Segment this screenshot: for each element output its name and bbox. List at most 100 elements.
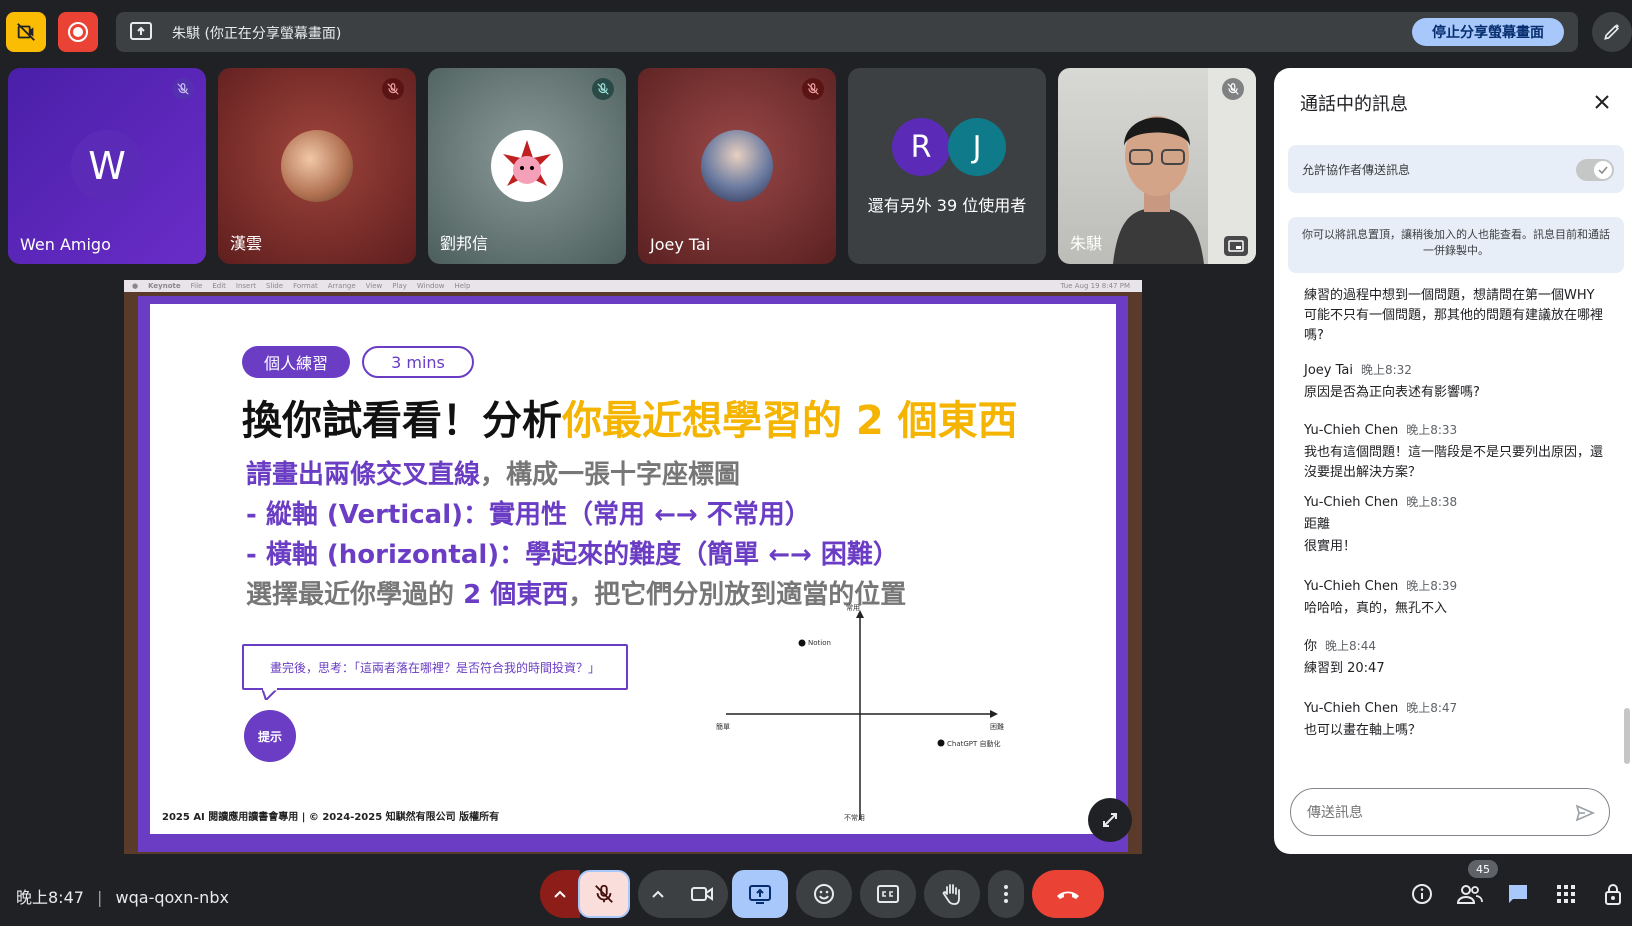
- pen-icon: [1604, 23, 1620, 40]
- muted-mic-icon: [382, 78, 404, 100]
- more-options-button[interactable]: [988, 870, 1024, 918]
- fullscreen-button[interactable]: [1088, 798, 1132, 842]
- meeting-code: wqa-qoxn-nbx: [115, 888, 229, 907]
- chat-message: Yu-Chieh Chen 晚上8:33 我也有這個問題！這一階段是不是只要列出原因…: [1304, 420, 1604, 483]
- message-header: 你晚上8:44: [1304, 636, 1604, 657]
- message-header: Joey Tai 晚上8:32: [1304, 360, 1604, 381]
- instruction-line: 請畫出兩條交叉直線，構成一張十字座標圖: [246, 454, 740, 491]
- divider: |: [97, 888, 103, 907]
- instruction-highlight: 請畫出兩條交叉直線: [246, 460, 481, 490]
- muted-mic-icon: [802, 78, 824, 100]
- close-icon: [1595, 95, 1609, 109]
- message-time: 晚上8:39: [1406, 579, 1458, 593]
- mic-off-icon: [595, 884, 613, 903]
- participant-tile[interactable]: W Wen Amigo: [8, 68, 206, 264]
- participant-tile[interactable]: 漢雲: [218, 68, 416, 264]
- microphone-button[interactable]: [578, 870, 630, 918]
- vertical-axis-line: - 縱軸 (Vertical)：實用性（常用 ←→ 不常用）: [246, 500, 811, 530]
- message-header: Yu-Chieh Chen 晚上8:47: [1304, 698, 1604, 719]
- present-button[interactable]: [732, 870, 788, 918]
- lock-person-icon: [1605, 884, 1621, 905]
- participant-tile[interactable]: Joey Tai: [638, 68, 836, 264]
- others-tile[interactable]: R J 還有另外 39 位使用者: [848, 68, 1046, 264]
- recording-button[interactable]: [58, 12, 98, 52]
- audio-options-button[interactable]: [540, 870, 580, 918]
- muted-mic-icon: [1222, 78, 1244, 100]
- message-input[interactable]: [1307, 802, 1557, 824]
- expand-icon: [1103, 813, 1117, 827]
- captions-button[interactable]: [860, 870, 916, 918]
- title-highlight: 你最近想學習的 2 個東西: [562, 398, 1018, 444]
- message-header: Yu-Chieh Chen 晚上8:39: [1304, 576, 1604, 597]
- message-input-box[interactable]: [1290, 788, 1610, 836]
- speech-bubble: 畫完後，思考：「這兩者落在哪裡？是否符合我的時間投資？」: [242, 644, 628, 700]
- message-sender: Yu-Chieh Chen: [1304, 423, 1399, 438]
- toggle-knob: [1594, 161, 1612, 179]
- participant-name: 漢雲: [230, 234, 263, 253]
- menu-item: View: [365, 282, 383, 290]
- video-options-button[interactable]: [638, 870, 678, 918]
- instruction-text: ，構成一張十字座標圖: [480, 460, 741, 490]
- close-chat-button[interactable]: [1586, 86, 1618, 118]
- self-video-tile[interactable]: 朱騏: [1058, 68, 1256, 264]
- tag-practice: 個人練習: [242, 346, 350, 378]
- participant-tile[interactable]: 劉邦信: [428, 68, 626, 264]
- others-count: 還有另外 39 位使用者: [867, 196, 1027, 215]
- clock: 晚上8:47: [16, 888, 84, 907]
- menu-item: Keynote: [148, 282, 181, 290]
- chat-title: 通話中的訊息: [1300, 94, 1408, 115]
- activities-button[interactable]: [1552, 880, 1580, 908]
- menu-item: Edit: [212, 282, 226, 290]
- host-controls-button[interactable]: [1600, 880, 1628, 908]
- chevron-up-icon: [554, 890, 566, 898]
- allow-messages-toggle[interactable]: [1576, 159, 1614, 181]
- camera-button[interactable]: [676, 870, 728, 918]
- chat-panel: 通話中的訊息 允許協作者傳送訊息 你可以將訊息置頂，讓稍後加入的人也能查看。訊息…: [1274, 68, 1632, 854]
- axis-label-right: 困難: [990, 723, 1004, 731]
- stop-sharing-button[interactable]: 停止分享螢幕畫面: [1412, 18, 1564, 46]
- message-text: 練習到 20:47: [1304, 661, 1385, 676]
- people-count-badge: 45: [1468, 860, 1498, 878]
- message-time: 晚上8:47: [1406, 701, 1458, 715]
- chat-message: 練習的過程中想到一個問題，想請問在第一個WHY可能不只有一個問題，那其他的問題有…: [1304, 286, 1604, 346]
- apps-grid-icon: [1557, 885, 1575, 903]
- scrollbar[interactable]: [1624, 708, 1630, 764]
- horizontal-axis-line: - 橫軸 (horizontal)：學起來的難度（簡單 ←→ 困難）: [246, 540, 899, 570]
- reactions-button[interactable]: [796, 870, 852, 918]
- hand-icon: [942, 884, 960, 905]
- present-screen-icon: [749, 885, 771, 904]
- presenter-text: 朱騏 (你正在分享螢幕畫面): [172, 26, 342, 42]
- slide-content: 個人練習 3 mins 換你試看看！分析你最近想學習的 2 個東西 請畫出兩條交…: [150, 304, 1116, 834]
- axis-diagram: [726, 610, 998, 820]
- annotate-button[interactable]: [1592, 12, 1632, 52]
- title-black: 換你試看看！分析: [242, 398, 562, 444]
- message-time: 晚上8:44: [1325, 639, 1376, 653]
- axis-label-left: 簡單: [716, 723, 730, 731]
- message-time: 晚上8:32: [1360, 363, 1412, 377]
- present-screen-icon: [130, 22, 152, 40]
- axis-label-top: 常用: [846, 604, 860, 612]
- people-button[interactable]: [1456, 880, 1484, 908]
- call-end-icon: [1057, 891, 1079, 899]
- people-icon: [1457, 885, 1483, 904]
- closed-caption-icon: [877, 885, 899, 903]
- menu-item: Format: [293, 282, 318, 290]
- chat-icon: [1509, 885, 1527, 903]
- message-text: 原因是否為正向表述有影響嗎?: [1304, 385, 1480, 400]
- menu-item: Arrange: [327, 282, 356, 290]
- allow-messages-row: 允許協作者傳送訊息: [1288, 145, 1624, 193]
- pip-icon[interactable]: [1224, 236, 1248, 256]
- toggle-label: 允許協作者傳送訊息: [1302, 163, 1411, 177]
- avatar: W: [71, 130, 143, 202]
- send-icon[interactable]: [1575, 803, 1595, 823]
- chat-button[interactable]: [1504, 880, 1532, 908]
- raise-hand-button[interactable]: [924, 870, 980, 918]
- instruction-highlight: 2 個東西: [463, 580, 569, 610]
- leave-call-button[interactable]: [1032, 870, 1104, 918]
- shared-screen: ● Keynote File Edit Insert Slide Format …: [124, 280, 1142, 854]
- videocam-icon: [691, 887, 713, 901]
- hide-self-view-button[interactable]: [6, 12, 46, 52]
- message-text: 距離: [1304, 517, 1331, 532]
- avatar: [281, 130, 353, 202]
- meeting-details-button[interactable]: [1408, 880, 1436, 908]
